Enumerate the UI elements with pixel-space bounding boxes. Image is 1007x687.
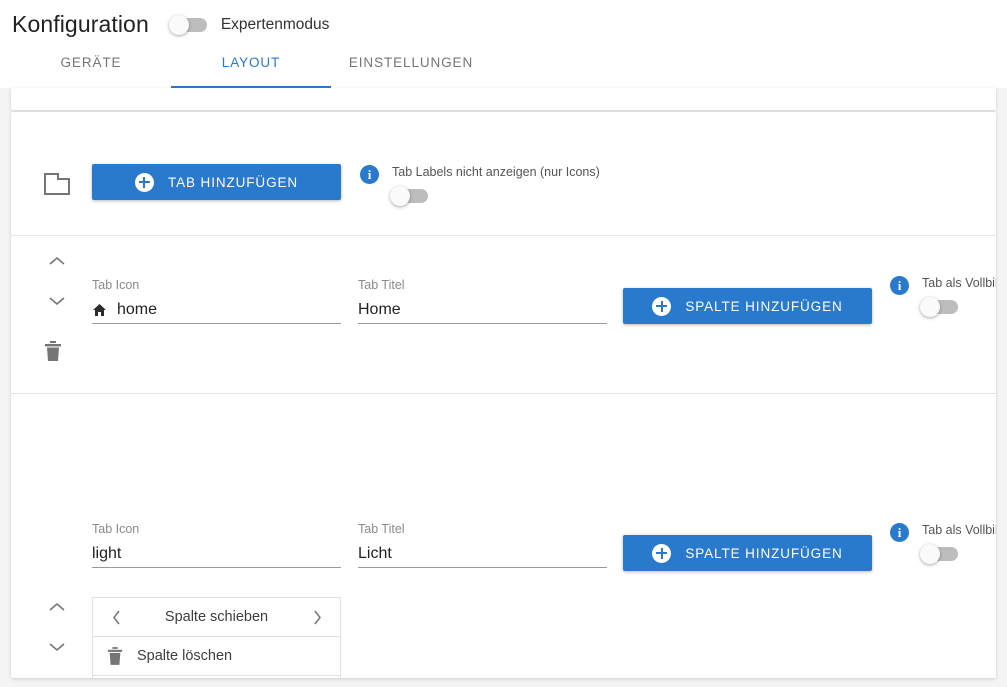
toggle-knob xyxy=(920,544,940,564)
reorder-controls-home xyxy=(44,250,72,364)
column-menu: Spalte schieben Spalte löschen xyxy=(92,597,341,678)
tab-geraete[interactable]: GERÄTE xyxy=(11,46,171,88)
add-tab-button[interactable]: TAB HINZUFÜGEN xyxy=(92,164,341,200)
app-header: Konfiguration Expertenmodus GERÄTE LAYOU… xyxy=(0,0,1007,88)
tab-bar: GERÄTE LAYOUT EINSTELLUNGEN xyxy=(0,46,1007,88)
tab-title-value[interactable]: Licht xyxy=(358,542,607,568)
hide-tab-labels-option: i Tab Labels nicht anzeigen (nur Icons) xyxy=(360,165,600,206)
add-column-button-light[interactable]: SPALTE HINZUFÜGEN xyxy=(623,535,872,571)
column-menu-item-move[interactable]: Spalte schieben xyxy=(93,598,340,637)
fullscreen-option-label: Tab als Vollbild xyxy=(922,276,996,290)
fullscreen-option-home: i Tab als Vollbild xyxy=(890,276,996,317)
toggle-knob xyxy=(920,297,940,317)
tab-icon-field-light[interactable]: Tab Icon light xyxy=(92,522,341,568)
tab-layout[interactable]: LAYOUT xyxy=(171,46,331,88)
tab-title-field-light[interactable]: Tab Titel Licht xyxy=(358,522,607,568)
card-above-partial xyxy=(11,88,996,110)
add-column-button-label: SPALTE HINZUFÜGEN xyxy=(685,545,843,561)
tab-title-value[interactable]: Home xyxy=(358,298,607,324)
layout-card: TAB HINZUFÜGEN i Tab Labels nicht anzeig… xyxy=(11,112,996,678)
info-icon[interactable]: i xyxy=(890,523,909,542)
tab-title-field-home[interactable]: Tab Titel Home xyxy=(358,278,607,324)
chevron-up-icon[interactable] xyxy=(44,250,70,272)
chevron-down-icon[interactable] xyxy=(44,290,70,312)
page-title: Konfiguration xyxy=(12,11,149,37)
chevron-right-icon[interactable] xyxy=(306,610,328,625)
chevron-down-icon[interactable] xyxy=(44,636,70,658)
add-tab-button-label: TAB HINZUFÜGEN xyxy=(167,174,299,190)
tab-icon-value[interactable]: home xyxy=(92,298,341,324)
column-menu-item-move-label: Spalte schieben xyxy=(164,609,269,625)
toggle-switch-off-icon[interactable] xyxy=(168,14,207,35)
add-tab-row: TAB HINZUFÜGEN i Tab Labels nicht anzeig… xyxy=(11,112,996,235)
content-area: TAB HINZUFÜGEN i Tab Labels nicht anzeig… xyxy=(0,88,1007,687)
plus-circle-icon xyxy=(134,172,154,192)
tab-row-light: Tab Icon light Tab Titel Licht SPALTE HI… xyxy=(11,394,996,678)
tab-icon-label: Tab Icon xyxy=(92,278,140,292)
toggle-knob xyxy=(390,186,410,206)
tab-title-label: Tab Titel xyxy=(358,278,405,292)
info-icon[interactable]: i xyxy=(360,165,379,184)
chevron-up-icon[interactable] xyxy=(44,596,70,618)
info-icon[interactable]: i xyxy=(890,276,909,295)
column-menu-item-add-widget[interactable]: Widget hinzufügen xyxy=(93,676,340,678)
tab-icon-field-home[interactable]: Tab Icon home xyxy=(92,278,341,324)
column-menu-item-delete[interactable]: Spalte löschen xyxy=(93,637,340,676)
column-menu-item-delete-label: Spalte löschen xyxy=(137,648,233,664)
add-column-button-home[interactable]: SPALTE HINZUFÜGEN xyxy=(623,288,872,324)
hide-tab-labels-switch-wrap xyxy=(390,186,600,206)
fullscreen-option-light: i Tab als Vollbild xyxy=(890,523,996,564)
toggle-switch-off-icon[interactable] xyxy=(920,544,958,564)
plus-circle-icon xyxy=(652,543,672,563)
fullscreen-option-label: Tab als Vollbild xyxy=(922,523,996,537)
tab-icon-label: Tab Icon xyxy=(92,522,140,536)
tab-shape-icon xyxy=(44,173,70,195)
tab-einstellungen[interactable]: EINSTELLUNGEN xyxy=(331,46,491,88)
chevron-left-icon[interactable] xyxy=(105,610,127,625)
trash-icon[interactable] xyxy=(44,340,70,364)
fullscreen-switch-wrap xyxy=(920,544,996,564)
title-row: Konfiguration Expertenmodus xyxy=(0,0,1007,38)
plus-circle-icon xyxy=(652,296,672,316)
fullscreen-option-texts: Tab als Vollbild xyxy=(920,523,996,564)
expert-mode-group: Expertenmodus xyxy=(168,14,330,35)
trash-icon xyxy=(93,646,137,666)
tab-icon-text: home xyxy=(117,300,158,318)
tab-icon-value[interactable]: light xyxy=(92,542,341,568)
hide-tab-labels-texts: Tab Labels nicht anzeigen (nur Icons) xyxy=(390,165,600,206)
toggle-knob xyxy=(168,14,189,35)
fullscreen-option-texts: Tab als Vollbild xyxy=(920,276,996,317)
fullscreen-switch-wrap xyxy=(920,297,996,317)
expert-mode-label: Expertenmodus xyxy=(220,15,330,33)
hide-tab-labels-label: Tab Labels nicht anzeigen (nur Icons) xyxy=(392,165,600,179)
reorder-controls-light xyxy=(44,596,72,678)
add-column-button-label: SPALTE HINZUFÜGEN xyxy=(685,298,843,314)
toggle-switch-off-icon[interactable] xyxy=(920,297,958,317)
home-icon xyxy=(92,303,107,317)
toggle-switch-off-icon[interactable] xyxy=(390,186,428,206)
tab-row-home: Tab Icon home Tab Titel Home SPALTE HINZ… xyxy=(11,236,996,394)
tab-title-label: Tab Titel xyxy=(358,522,405,536)
